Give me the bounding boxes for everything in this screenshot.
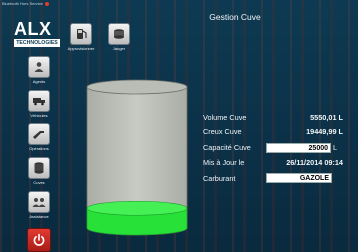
creux-value: 19449,99 L [306,127,343,136]
volume-value: 5550,01 L [310,113,343,122]
tank-graphic [86,79,188,236]
capacite-input[interactable]: 25000 [266,143,331,153]
tank-top [86,79,188,95]
maj-label: Mis à Jour le [203,158,245,167]
maj-row: Mis à Jour le 26/11/2014 09:14 [203,158,343,169]
capacite-unit: L [333,143,338,152]
capacite-label: Capacité Cuve [203,143,251,152]
volume-row: Volume Cuve 5550,01 L [203,113,343,124]
volume-label: Volume Cuve [203,113,247,122]
carburant-field[interactable]: GAZOLE [266,173,332,183]
tank-fill-surface [86,200,188,216]
maj-value: 26/11/2014 09:14 [286,158,343,167]
creux-label: Creux Cuve [203,127,242,136]
creux-row: Creux Cuve 19449,99 L [203,127,343,138]
carburant-label: Carburant [203,174,236,183]
